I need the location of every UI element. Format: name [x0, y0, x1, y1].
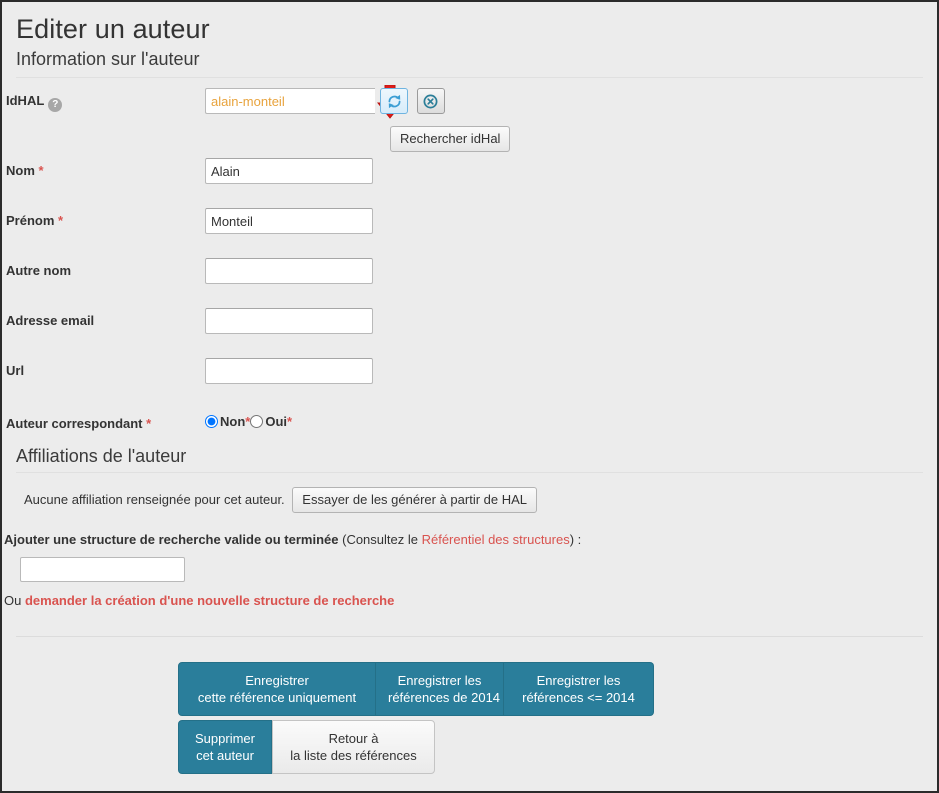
- save-this-reference-button[interactable]: Enregistrer cette référence uniquement: [178, 662, 376, 716]
- add-structure-label: Ajouter une structure de recherche valid…: [2, 530, 937, 550]
- request-new-structure-link[interactable]: demander la création d'une nouvelle stru…: [25, 593, 394, 608]
- affiliations-divider: [16, 472, 923, 473]
- referentiel-structures-link[interactable]: Référentiel des structures: [422, 532, 570, 547]
- delete-author-button[interactable]: Supprimer cet auteur: [178, 720, 272, 774]
- save-references-lte-2014-button[interactable]: Enregistrer les références <= 2014: [504, 662, 654, 716]
- save-this-reference-line1: Enregistrer: [245, 673, 309, 688]
- row-autre-nom: Autre nom: [2, 246, 937, 296]
- prenom-field-wrap: [205, 208, 373, 234]
- add-structure-label-strong: Ajouter une structure de recherche valid…: [4, 532, 339, 547]
- add-structure-label-prefix: (Consultez le: [338, 532, 422, 547]
- required-marker-nom: *: [38, 163, 44, 178]
- label-idhal: IdHAL?: [6, 93, 63, 112]
- affiliations-title: Affiliations de l'auteur: [16, 446, 187, 466]
- label-prenom-text: Prénom: [6, 213, 55, 228]
- url-input[interactable]: [205, 358, 373, 384]
- nom-input[interactable]: [205, 158, 373, 184]
- row-email: Adresse email: [2, 296, 937, 346]
- row-nom: Nom *: [2, 146, 937, 196]
- label-auteur-correspondant: Auteur correspondant *: [6, 416, 151, 431]
- email-input[interactable]: [205, 308, 373, 334]
- save-references-2014-line2: références de 2014: [388, 690, 501, 705]
- label-email: Adresse email: [6, 313, 95, 328]
- footer-divider: [16, 636, 923, 637]
- add-structure-input[interactable]: [20, 557, 185, 582]
- label-url: Url: [6, 363, 25, 378]
- label-autre-nom: Autre nom: [6, 263, 71, 278]
- label-idhal-text: IdHAL: [6, 93, 45, 108]
- autre-nom-input[interactable]: [205, 258, 373, 284]
- idhal-input[interactable]: [205, 88, 375, 114]
- save-references-2014-button[interactable]: Enregistrer les références de 2014: [376, 662, 504, 716]
- add-structure-label-suffix: ) :: [569, 532, 582, 547]
- auteur-correspondant-radio-group: Non* Oui*: [205, 414, 292, 429]
- author-edit-page: Editer un auteur Information sur l'auteu…: [0, 0, 939, 793]
- back-to-references-line1: Retour à: [328, 731, 379, 746]
- url-field-wrap: [205, 358, 373, 384]
- author-form: IdHAL? alain-monteil Rechercher idHal No…: [2, 78, 937, 438]
- radio-oui[interactable]: [250, 415, 264, 428]
- row-url: Url: [2, 346, 937, 396]
- delete-author-line2: cet auteur: [196, 748, 254, 763]
- nom-field-wrap: [205, 158, 373, 184]
- save-references-lte-2014-line2: références <= 2014: [522, 690, 635, 705]
- page-subtitle: Information sur l'auteur: [16, 49, 200, 69]
- save-references-lte-2014-line1: Enregistrer les: [536, 673, 621, 688]
- page-title: Editer un auteur: [16, 14, 210, 44]
- clear-circle-icon-button[interactable]: [416, 88, 445, 114]
- radio-oui-label: Oui: [265, 414, 288, 429]
- delete-author-line1: Supprimer: [195, 731, 255, 746]
- radio-oui-marker: *: [287, 414, 293, 429]
- refresh-icon: [388, 94, 401, 109]
- email-field-wrap: [205, 308, 373, 334]
- action-button-group: Supprimer cet auteur Retour à la liste d…: [178, 720, 435, 774]
- label-prenom: Prénom *: [6, 213, 63, 228]
- row-idhal: IdHAL?: [2, 78, 937, 130]
- request-new-structure-prefix: Ou: [4, 593, 25, 608]
- autre-nom-field-wrap: [205, 258, 373, 284]
- label-nom-text: Nom: [6, 163, 35, 178]
- refresh-icon-button[interactable]: [380, 88, 409, 114]
- affiliations-section: Affiliations de l'auteur Aucune affiliat…: [2, 444, 937, 611]
- request-new-structure-row: Ou demander la création d'une nouvelle s…: [2, 591, 937, 611]
- required-marker-prenom: *: [58, 213, 64, 228]
- row-prenom: Prénom *: [2, 196, 937, 246]
- required-marker-auteur-correspondant: *: [146, 416, 152, 431]
- save-references-2014-line1: Enregistrer les: [397, 673, 482, 688]
- save-this-reference-line2: cette référence uniquement: [197, 690, 357, 705]
- row-auteur-correspondant: Auteur correspondant * Non* Oui*: [2, 396, 937, 438]
- page-inner: Editer un auteur Information sur l'auteu…: [2, 2, 937, 791]
- affiliations-empty-row: Aucune affiliation renseignée pour cet a…: [2, 487, 937, 513]
- generate-from-hal-button[interactable]: Essayer de les générer à partir de HAL: [292, 487, 538, 513]
- affiliations-empty-note: Aucune affiliation renseignée pour cet a…: [24, 492, 285, 507]
- question-mark-icon[interactable]: ?: [48, 98, 63, 112]
- label-nom: Nom *: [6, 163, 44, 178]
- search-idhal-row: Rechercher idHal: [2, 126, 937, 152]
- radio-non[interactable]: [205, 415, 218, 428]
- prenom-input[interactable]: [205, 208, 373, 234]
- page-header: Editer un auteur Information sur l'auteu…: [2, 2, 937, 71]
- clear-circle-icon: [423, 94, 438, 109]
- back-to-references-button[interactable]: Retour à la liste des références: [272, 720, 435, 774]
- idhal-field-wrap: [205, 88, 445, 114]
- radio-non-label: Non: [220, 414, 246, 429]
- label-auteur-correspondant-text: Auteur correspondant: [6, 416, 143, 431]
- save-button-group: Enregistrer cette référence uniquement E…: [178, 662, 654, 716]
- back-to-references-line2: la liste des références: [290, 748, 417, 763]
- add-structure-input-row: [2, 557, 937, 582]
